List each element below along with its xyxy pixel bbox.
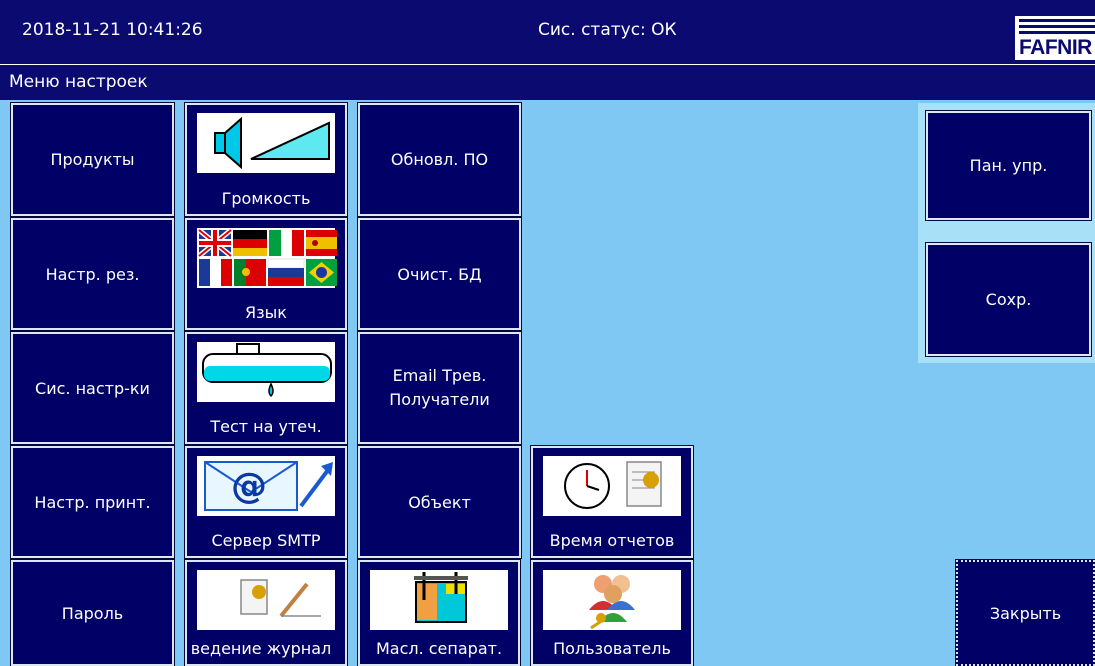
products-button[interactable]: Продукты (10, 102, 175, 217)
oil-separator-button[interactable]: Масл. сепарат. (357, 559, 521, 666)
report-time-button[interactable]: Время отчетов (530, 445, 694, 559)
system-settings-button[interactable]: Сис. настр-ки (10, 331, 175, 445)
logging-label: ведение журнал (190, 639, 332, 658)
tank-settings-button[interactable]: Настр. рез. (10, 217, 175, 331)
report-time-label: Время отчетов (549, 531, 675, 550)
leak-test-label: Тест на утеч. (210, 417, 322, 436)
language-button[interactable]: Язык (184, 217, 348, 331)
oil-separator-icon (370, 570, 508, 630)
page-title: Меню настроек (9, 72, 148, 92)
software-update-label: Обновл. ПО (390, 150, 489, 169)
printer-settings-label: Настр. принт. (34, 492, 151, 512)
smtp-server-label: Сервер SMTP (211, 531, 321, 550)
users-icon (543, 570, 681, 630)
printer-settings-button[interactable]: Настр. принт. (10, 445, 175, 559)
save-button[interactable]: Сохр. (925, 242, 1092, 357)
user-button[interactable]: Пользователь (530, 559, 694, 666)
tank-settings-label: Настр. рез. (45, 264, 140, 284)
svg-text:@: @ (231, 466, 267, 507)
language-label: Язык (245, 303, 287, 322)
products-label: Продукты (50, 150, 135, 169)
email-at-icon: @ (197, 456, 335, 516)
journal-pencil-icon (197, 570, 335, 630)
password-label: Пароль (61, 603, 124, 623)
save-label: Сохр. (985, 290, 1032, 309)
datetime-display: 2018-11-21 10:41:26 (22, 20, 203, 40)
clear-db-label: Очист. БД (397, 264, 482, 284)
close-button[interactable]: Закрыть (955, 559, 1095, 666)
email-alarm-label-line2: Получатели (389, 390, 490, 409)
user-label: Пользователь (553, 639, 671, 658)
clock-report-icon (543, 456, 681, 516)
system-settings-label: Сис. настр-ки (35, 378, 150, 398)
clear-db-button[interactable]: Очист. БД (357, 217, 522, 331)
volume-button[interactable]: Громкость (184, 102, 348, 217)
control-panel-button[interactable]: Пан. упр. (925, 110, 1092, 221)
system-status: Сис. статус: ОК (538, 20, 677, 40)
volume-label: Громкость (221, 189, 311, 208)
email-alarm-recipients-button[interactable]: Email Трев. Получатели (357, 331, 522, 445)
top-status-bar: 2018-11-21 10:41:26 Сис. статус: ОК FAFN… (0, 0, 1095, 64)
smtp-server-button[interactable]: @ Сервер SMTP (184, 445, 348, 559)
close-label: Закрыть (989, 603, 1062, 623)
logging-button[interactable]: ведение журнал (184, 559, 348, 666)
leak-test-button[interactable]: Тест на утеч. (184, 331, 348, 445)
fafnir-logo: FAFNIR (1015, 16, 1095, 60)
password-button[interactable]: Пароль (10, 559, 175, 666)
site-label: Объект (408, 492, 471, 512)
oil-separator-label: Масл. сепарат. (375, 639, 503, 658)
email-alarm-label-line1: Email Трев. (392, 366, 487, 385)
tank-leak-icon (197, 342, 335, 402)
language-flags-icon (197, 228, 337, 288)
control-panel-label: Пан. упр. (969, 156, 1048, 175)
site-button[interactable]: Объект (357, 445, 522, 559)
menu-title-bar: Меню настроек (0, 65, 1095, 100)
logo-text: FAFNIR (1019, 36, 1092, 59)
volume-icon (197, 113, 335, 173)
software-update-button[interactable]: Обновл. ПО (357, 102, 522, 217)
